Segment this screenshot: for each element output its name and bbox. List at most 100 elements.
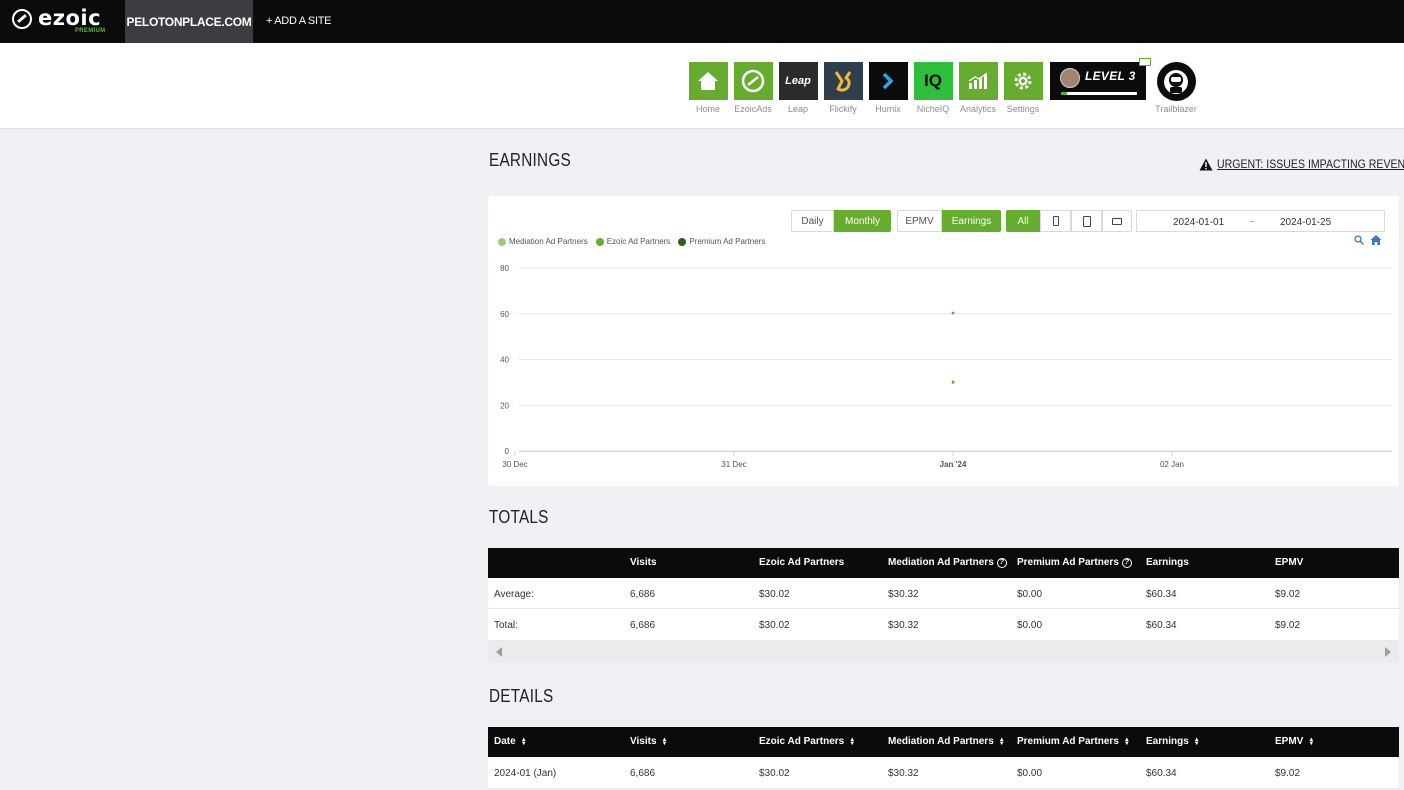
app-flickify[interactable]: Flickify [823, 62, 863, 114]
row-label: Total: [494, 620, 518, 631]
date-range-picker[interactable]: 2024-01-01 ~ 2024-01-25 [1136, 210, 1385, 232]
column-header-date[interactable]: Date ▲ ▼ [494, 736, 527, 747]
table-cell: $9.02 [1275, 768, 1301, 779]
add-site-link[interactable]: + ADD A SITE [266, 15, 331, 27]
period-daily-button[interactable]: Daily [791, 210, 834, 232]
sort-icon[interactable]: ▲ ▼ [849, 737, 855, 747]
table-row[interactable]: 2024-01 (Jan) 6,686 $30.02 $30.32 $0.00 … [488, 757, 1399, 789]
legend-item[interactable]: Ezoic Ad Partners [595, 237, 670, 246]
table-cell: $30.32 [888, 620, 919, 631]
trailblazer-badge[interactable]: Trailblazer [1155, 62, 1197, 114]
avatar [1060, 68, 1080, 88]
help-icon[interactable]: ? [1121, 557, 1132, 568]
sort-icon[interactable]: ▲ ▼ [1194, 737, 1200, 747]
mobile-icon [1052, 216, 1059, 226]
details-table: Date ▲ ▼ Visits ▲ ▼ Ezoic Ad Partners ▲ ▼ Medi… [488, 727, 1399, 789]
urgent-issues-link[interactable]: URGENT: ISSUES IMPACTING REVENUE (1) [1199, 157, 1404, 171]
x-tick-label: 31 Dec [721, 460, 746, 469]
scroll-right-icon[interactable] [1385, 647, 1391, 657]
table-cell: $30.32 [888, 768, 919, 779]
column-header-label: Mediation Ad Partners [888, 736, 994, 747]
column-header-earnings[interactable]: Earnings ▲ ▼ [1146, 736, 1200, 747]
mail-icon[interactable] [1139, 58, 1151, 66]
sort-icon[interactable]: ▲ ▼ [1308, 737, 1314, 747]
x-tick-label: Jan '24 [940, 460, 967, 469]
device-all-button[interactable]: All [1006, 210, 1040, 232]
sort-icon[interactable]: ▲ ▼ [662, 737, 668, 747]
sort-icon[interactable]: ▲ ▼ [521, 737, 527, 747]
table-cell: 2024-01 (Jan) [494, 768, 557, 779]
table-cell: $30.32 [888, 589, 919, 600]
earnings-chart-card: Daily Monthly EPMV Earnings All 2024-01-… [488, 196, 1399, 486]
column-header-label: Premium Ad Partners [1017, 557, 1119, 568]
device-tablet-button[interactable] [1071, 210, 1102, 232]
table-cell: $9.02 [1275, 589, 1301, 600]
table-cell: $9.02 [1275, 620, 1301, 631]
trailblazer-label: Trailblazer [1155, 104, 1197, 114]
y-tick-label: 40 [500, 356, 509, 365]
column-header-mediation[interactable]: Mediation Ad Partners ▲ ▼ [888, 736, 1005, 747]
legend-label: Premium Ad Partners [689, 237, 766, 246]
table-cell: $60.34 [1146, 589, 1177, 600]
legend-item[interactable]: Mediation Ad Partners [498, 237, 588, 246]
column-header-ezoic[interactable]: Ezoic Ad Partners ▲ ▼ [759, 736, 855, 747]
device-mobile-button[interactable] [1040, 210, 1071, 232]
app-humix[interactable]: Humix [868, 62, 908, 114]
level-text: LEVEL 3 [1085, 69, 1136, 83]
legend-item[interactable]: Premium Ad Partners [678, 237, 765, 246]
column-header-label: Premium Ad Partners [1017, 736, 1119, 747]
help-icon[interactable]: ? [996, 557, 1007, 568]
home-icon [688, 62, 728, 100]
leap-logo-text: Leap [785, 75, 811, 87]
level-progress-bar [1061, 92, 1137, 95]
column-header-premium[interactable]: Premium Ad Partners ▲ ▼ [1017, 736, 1130, 747]
logo-tier: PREMIUM [75, 28, 106, 34]
ezoic-logo[interactable]: ezoic PREMIUM [12, 6, 112, 37]
details-title: DETAILS [489, 686, 554, 706]
x-tick-label: 02 Jan [1160, 460, 1184, 469]
column-header: Ezoic Ad Partners [759, 557, 845, 568]
sort-icon[interactable]: ▲ ▼ [1124, 737, 1130, 747]
desktop-icon [1112, 217, 1122, 225]
device-desktop-button[interactable] [1102, 210, 1132, 232]
date-separator: ~ [1249, 217, 1255, 228]
period-monthly-button[interactable]: Monthly [834, 210, 891, 232]
warning-icon [1199, 158, 1213, 170]
data-point [951, 311, 955, 315]
app-ezoicads[interactable]: EzoicAds [733, 62, 773, 114]
column-header-epmv[interactable]: EPMV ▲ ▼ [1275, 736, 1314, 747]
humix-icon [868, 62, 908, 100]
urgent-text: URGENT: ISSUES IMPACTING REVENUE (1) [1217, 157, 1404, 171]
column-header-label: Earnings [1146, 736, 1189, 747]
sort-icon[interactable]: ▲ ▼ [999, 737, 1005, 747]
column-header-visits[interactable]: Visits ▲ ▼ [630, 736, 667, 747]
column-header: Mediation Ad Partners? [888, 557, 1007, 568]
level-badge[interactable]: LEVEL 3 [1050, 62, 1146, 100]
chart-legend: Mediation Ad Partners Ezoic Ad Partners … [498, 237, 765, 246]
reset-zoom-home-icon[interactable] [1370, 234, 1382, 246]
table-cell: $30.02 [759, 768, 790, 779]
column-header-label: Date [494, 736, 516, 747]
table-cell: $0.00 [1017, 589, 1043, 600]
logo-text: ezoic [38, 6, 102, 30]
app-home[interactable]: Home [688, 62, 728, 114]
site-tab[interactable]: PELOTONPLACE.COM [125, 0, 253, 44]
metric-earnings-button[interactable]: Earnings [942, 210, 1001, 232]
metric-epmv-button[interactable]: EPMV [897, 210, 942, 232]
horizontal-scrollbar[interactable] [488, 641, 1399, 663]
table-row: Total: 6,686 $30.02 $30.32 $0.00 $60.34 … [488, 609, 1399, 641]
scroll-left-icon[interactable] [496, 647, 502, 657]
y-tick-label: 60 [500, 310, 509, 319]
zoom-icon[interactable] [1354, 235, 1364, 245]
table-cell: 6,686 [630, 620, 656, 631]
column-header: Premium Ad Partners? [1017, 557, 1132, 568]
gear-icon [1003, 62, 1043, 100]
column-header-label: EPMV [1275, 736, 1304, 747]
app-settings[interactable]: Settings [1003, 62, 1043, 114]
app-analytics[interactable]: Analytics [958, 62, 998, 114]
app-nicheiq[interactable]: IQ NicheIQ [913, 62, 953, 114]
y-tick-label: 80 [500, 264, 509, 273]
tablet-icon [1082, 215, 1091, 227]
leap-icon: Leap [778, 62, 818, 100]
app-leap[interactable]: Leap Leap [778, 62, 818, 114]
